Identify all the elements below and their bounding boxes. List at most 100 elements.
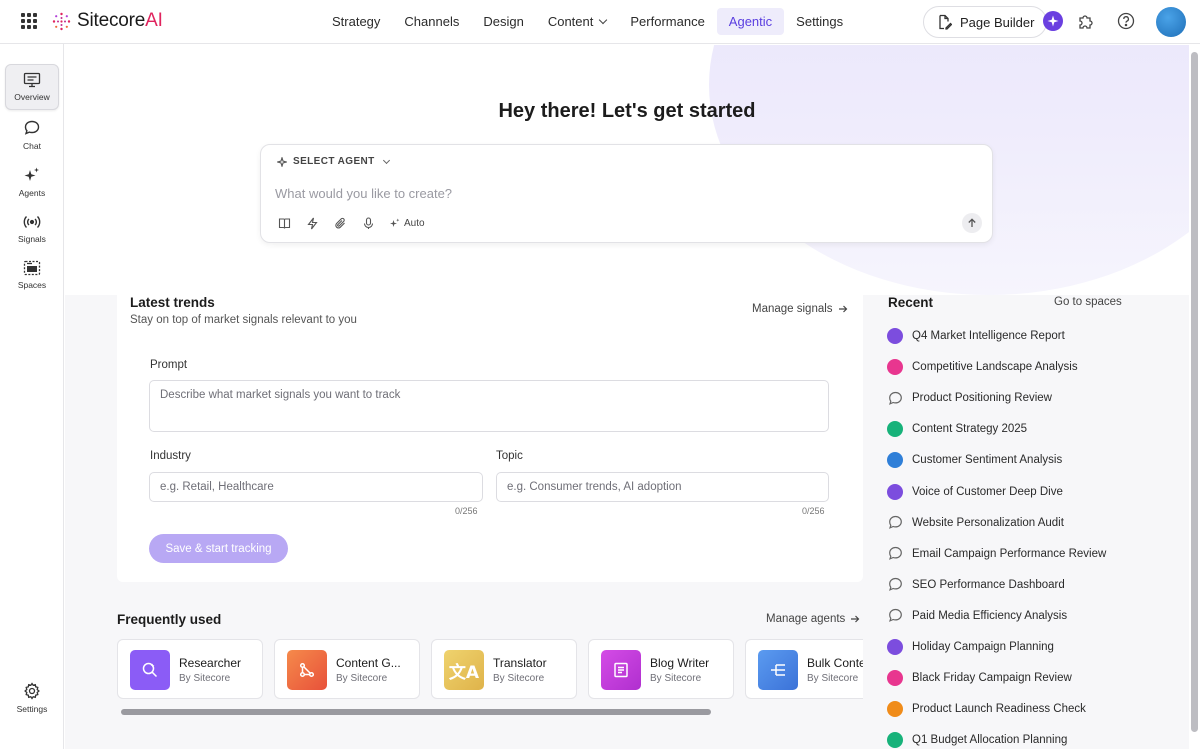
agent-card-bulk-content[interactable]: Bulk Conte By Sitecore xyxy=(745,639,863,699)
recent-item[interactable]: Q4 Market Intelligence Report xyxy=(887,326,1065,346)
recent-item-label: Q1 Budget Allocation Planning xyxy=(912,734,1068,747)
rail-item-settings[interactable]: Settings xyxy=(5,675,59,721)
nav-agentic[interactable]: Agentic xyxy=(716,8,785,35)
recent-item-label: Voice of Customer Deep Dive xyxy=(912,485,1063,498)
manage-agents-link[interactable]: Manage agents xyxy=(766,613,860,625)
chevron-down-icon xyxy=(599,15,608,25)
chat-bubble-icon xyxy=(887,608,903,624)
rail-item-overview[interactable]: Overview xyxy=(5,64,59,110)
recent-item[interactable]: Customer Sentiment Analysis xyxy=(887,450,1062,470)
recent-item-label: Customer Sentiment Analysis xyxy=(912,454,1063,467)
recent-item-label: Paid Media Efficiency Analysis xyxy=(912,609,1068,622)
manage-signals-link[interactable]: Manage signals xyxy=(752,303,848,315)
nav-strategy[interactable]: Strategy xyxy=(320,8,392,35)
translate-icon: 文A xyxy=(444,650,484,690)
prompt-input[interactable] xyxy=(275,183,955,203)
status-dot xyxy=(887,452,903,469)
recent-item-label: Holiday Campaign Planning xyxy=(912,641,1054,653)
document-icon xyxy=(601,650,641,690)
nav-design[interactable]: Design xyxy=(471,8,535,35)
recent-item[interactable]: Email Campaign Performance Review xyxy=(887,544,1106,564)
industry-label: Industry xyxy=(150,450,191,462)
rail-item-chat[interactable]: Chat xyxy=(5,112,59,158)
recent-item-label: SEO Performance Dashboard xyxy=(912,578,1065,591)
latest-trends-title: Latest trends xyxy=(130,295,215,310)
rail-item-agents[interactable]: Agents xyxy=(5,159,59,205)
industry-counter: 0/256 xyxy=(455,506,478,516)
agent-card-translator[interactable]: 文A Translator By Sitecore xyxy=(431,639,577,699)
horizontal-scrollbar[interactable] xyxy=(121,709,711,715)
lightning-icon[interactable] xyxy=(305,216,319,230)
main-nav: Strategy Channels Design Content Perform… xyxy=(320,8,855,35)
frequently-used-title: Frequently used xyxy=(117,612,222,627)
topic-input[interactable] xyxy=(496,472,829,502)
logo-text: SitecoreAI xyxy=(77,10,163,31)
recent-item[interactable]: Content Strategy 2025 xyxy=(887,419,1027,439)
composer-toolbar: Auto xyxy=(277,216,425,230)
recent-item[interactable]: SEO Performance Dashboard xyxy=(887,575,1065,595)
content-generator-icon xyxy=(287,650,327,690)
rail-item-spaces[interactable]: Spaces xyxy=(5,252,59,298)
researcher-icon xyxy=(130,650,170,690)
recent-item-label: Content Strategy 2025 xyxy=(912,423,1028,436)
signal-icon xyxy=(23,216,41,228)
book-icon[interactable] xyxy=(277,216,291,230)
topic-counter: 0/256 xyxy=(802,506,825,516)
avatar[interactable] xyxy=(1156,7,1186,37)
page-title: Hey there! Let's get started xyxy=(498,100,756,122)
agent-card-researcher[interactable]: Researcher By Sitecore xyxy=(117,639,263,699)
status-dot xyxy=(887,359,903,376)
page-builder-button[interactable]: Page Builder xyxy=(923,6,1048,38)
nav-channels[interactable]: Channels xyxy=(392,8,471,35)
chevron-down-icon xyxy=(382,156,390,164)
auto-mode-button[interactable]: Auto xyxy=(389,218,425,229)
sparkle-icon xyxy=(24,167,39,181)
recent-item-label: Email Campaign Performance Review xyxy=(912,547,1107,560)
main-content: Hey there! Let's get started SELECT AGEN… xyxy=(65,45,1189,749)
paperclip-icon[interactable] xyxy=(333,216,347,230)
chat-bubble-icon xyxy=(887,546,903,562)
nav-settings[interactable]: Settings xyxy=(784,8,855,35)
status-dot xyxy=(887,328,903,344)
puzzle-icon[interactable] xyxy=(1076,11,1096,31)
industry-input[interactable] xyxy=(149,472,483,502)
arrow-right-icon xyxy=(838,305,847,313)
prompt-label: Prompt xyxy=(150,359,188,371)
help-icon[interactable] xyxy=(1116,11,1136,31)
save-start-tracking-button[interactable]: Save & start tracking xyxy=(149,534,288,563)
recent-item[interactable]: Holiday Campaign Planning xyxy=(887,637,1054,657)
recent-item[interactable]: Website Personalization Audit xyxy=(887,513,1064,533)
page-edit-icon xyxy=(939,14,952,30)
monitor-icon xyxy=(23,72,41,88)
microphone-icon[interactable] xyxy=(361,216,375,230)
sitecore-logo-icon xyxy=(52,12,71,30)
recent-item[interactable]: Paid Media Efficiency Analysis xyxy=(887,606,1067,626)
recent-item[interactable]: Product Positioning Review xyxy=(887,388,1052,408)
logo[interactable]: SitecoreAI xyxy=(52,10,163,32)
recent-item[interactable]: Product Launch Readiness Check xyxy=(887,699,1086,719)
recent-item-label: Website Personalization Audit xyxy=(912,516,1064,529)
prompt-textarea[interactable] xyxy=(149,380,829,432)
send-button[interactable] xyxy=(962,213,982,233)
recent-item[interactable]: Competitive Landscape Analysis xyxy=(887,357,1078,377)
bulk-content-icon xyxy=(758,650,798,690)
go-to-spaces-link[interactable]: Go to spaces xyxy=(1054,296,1122,308)
prompt-composer: SELECT AGENT Auto xyxy=(260,144,993,243)
agent-card-blog-writer[interactable]: Blog Writer By Sitecore xyxy=(588,639,734,699)
rail-item-signals[interactable]: Signals xyxy=(5,206,59,252)
status-dot xyxy=(887,670,903,687)
select-agent-dropdown[interactable]: SELECT AGENT xyxy=(277,156,390,167)
recent-item[interactable]: Q1 Budget Allocation Planning xyxy=(887,730,1067,749)
ai-assistant-icon[interactable] xyxy=(1043,11,1063,31)
recent-item[interactable]: Voice of Customer Deep Dive xyxy=(887,482,1063,502)
status-dot xyxy=(887,483,903,500)
recent-item-label: Q4 Market Intelligence Report xyxy=(912,330,1065,342)
nav-content[interactable]: Content xyxy=(536,8,619,35)
recent-item[interactable]: Black Friday Campaign Review xyxy=(887,668,1072,688)
arrow-right-icon xyxy=(851,615,860,623)
nav-performance[interactable]: Performance xyxy=(618,8,716,35)
vertical-scrollbar[interactable] xyxy=(1191,52,1198,732)
agent-card-content-generator[interactable]: Content G... By Sitecore xyxy=(274,639,420,699)
app-switcher-icon[interactable] xyxy=(21,13,37,29)
chat-icon xyxy=(24,120,40,135)
